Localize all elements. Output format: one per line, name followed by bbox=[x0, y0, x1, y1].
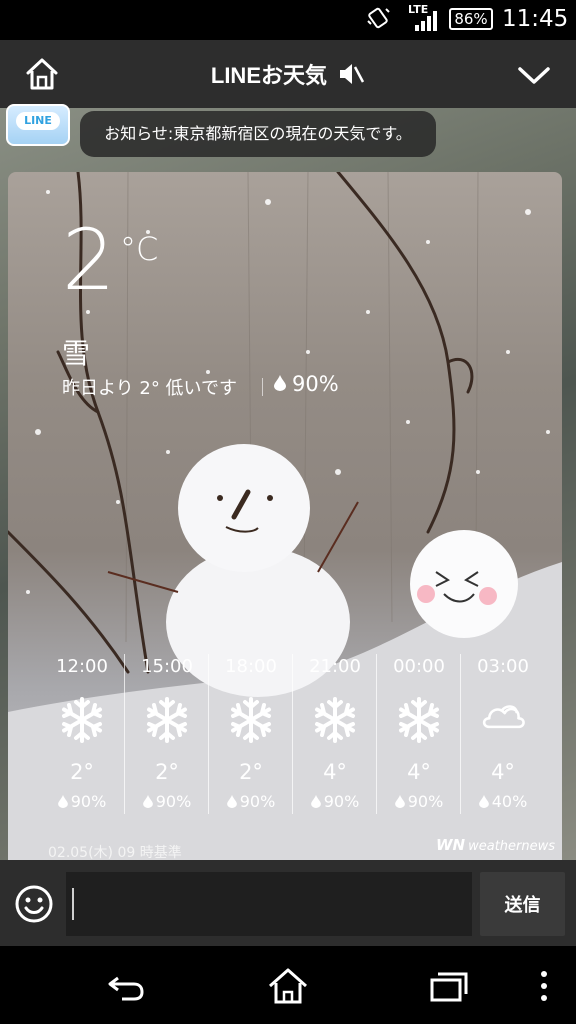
forecast-precipitation: 90% bbox=[125, 792, 209, 811]
forecast-precipitation-value: 90% bbox=[407, 792, 444, 811]
avatar-label: LINE bbox=[16, 112, 60, 130]
forecast-slot: 15:00 2° 90% bbox=[124, 654, 208, 814]
snow-icon bbox=[143, 696, 191, 744]
snow-icon bbox=[227, 696, 275, 744]
provider-name: weathernews bbox=[468, 839, 556, 854]
forecast-slot: 00:00 4° 90% bbox=[376, 654, 460, 814]
forecast-slot: 18:00 2° 90% bbox=[208, 654, 292, 814]
message-input[interactable] bbox=[66, 872, 472, 936]
cloudy-icon bbox=[479, 696, 527, 744]
notice-message: お知らせ:東京都新宿区の現在の天気です。 bbox=[80, 111, 436, 157]
forecast-temperature: 2° bbox=[70, 760, 94, 784]
home-icon[interactable] bbox=[266, 966, 310, 1006]
page-title: LINEお天気 bbox=[210, 63, 327, 88]
forecast-precipitation: 40% bbox=[461, 792, 545, 811]
weather-card[interactable]: 2 °C 雪 昨日より 2° 低いです 90% 12:00 2° 90% 15:00 2… bbox=[8, 172, 562, 860]
status-time: 11:45 bbox=[502, 6, 569, 32]
raindrop-icon bbox=[274, 372, 286, 396]
forecast-precipitation-value: 40% bbox=[491, 792, 528, 811]
forecast-precipitation: 90% bbox=[209, 792, 293, 811]
chevron-down-icon[interactable] bbox=[515, 62, 553, 88]
hourly-forecast: 12:00 2° 90% 15:00 2° 90% 18:00 2° 90% 21:00 4° 90%… bbox=[40, 654, 562, 814]
precipitation-chance: 90% bbox=[274, 372, 339, 396]
forecast-time: 18:00 bbox=[225, 656, 277, 677]
forecast-time: 03:00 bbox=[477, 656, 529, 677]
forecast-time: 00:00 bbox=[393, 656, 445, 677]
vibrate-icon bbox=[367, 7, 390, 29]
snow-icon bbox=[58, 696, 106, 744]
forecast-temperature: 4° bbox=[323, 760, 347, 784]
current-temperature: 2 bbox=[62, 211, 116, 309]
forecast-temperature: 4° bbox=[407, 760, 431, 784]
forecast-precipitation-value: 90% bbox=[239, 792, 276, 811]
forecast-precipitation: 90% bbox=[293, 792, 377, 811]
forecast-precipitation-value: 90% bbox=[70, 792, 107, 811]
forecast-time: 15:00 bbox=[141, 656, 193, 677]
recent-apps-icon[interactable] bbox=[426, 966, 470, 1006]
battery-indicator: 86% bbox=[449, 8, 493, 30]
forecast-precipitation-value: 90% bbox=[323, 792, 360, 811]
forecast-timestamp: 02.05(木) 09 時基準 bbox=[48, 845, 182, 860]
divider bbox=[262, 378, 263, 396]
temperature-comparison: 昨日より 2° 低いです bbox=[62, 378, 237, 399]
mute-icon[interactable] bbox=[337, 61, 365, 87]
send-button[interactable]: 送信 bbox=[480, 872, 565, 936]
menu-icon[interactable] bbox=[522, 966, 566, 1006]
system-nav-bar bbox=[0, 946, 576, 1024]
forecast-precipitation: 90% bbox=[377, 792, 461, 811]
status-bar: LTE 86% 11:45 bbox=[0, 0, 576, 40]
forecast-slot: 12:00 2° 90% bbox=[40, 654, 124, 814]
header-title-group: LINEお天気 bbox=[0, 58, 576, 90]
message-input-bar: 送信 bbox=[0, 860, 576, 946]
precipitation-value: 90% bbox=[292, 372, 339, 396]
weather-condition: 雪 bbox=[62, 337, 91, 370]
text-cursor bbox=[72, 888, 74, 920]
forecast-temperature: 2° bbox=[155, 760, 179, 784]
app-header: LINEお天気 bbox=[0, 40, 576, 108]
temperature-unit: °C bbox=[120, 230, 159, 268]
signal-icon bbox=[415, 11, 437, 31]
forecast-temperature: 2° bbox=[239, 760, 263, 784]
snow-icon bbox=[395, 696, 443, 744]
provider-logo-mark: WN bbox=[436, 836, 466, 854]
avatar[interactable]: LINE bbox=[6, 104, 70, 146]
forecast-slot: 21:00 4° 90% bbox=[292, 654, 376, 814]
forecast-precipitation: 90% bbox=[40, 792, 124, 811]
forecast-precipitation-value: 90% bbox=[155, 792, 192, 811]
forecast-time: 21:00 bbox=[309, 656, 361, 677]
emoji-icon[interactable] bbox=[14, 884, 54, 924]
forecast-temperature: 4° bbox=[491, 760, 515, 784]
forecast-slot: 03:00 4° 40% bbox=[460, 654, 544, 814]
snow-icon bbox=[311, 696, 359, 744]
provider-logo[interactable]: WN weathernews bbox=[436, 836, 555, 854]
back-icon[interactable] bbox=[104, 966, 148, 1006]
forecast-time: 12:00 bbox=[56, 656, 108, 677]
